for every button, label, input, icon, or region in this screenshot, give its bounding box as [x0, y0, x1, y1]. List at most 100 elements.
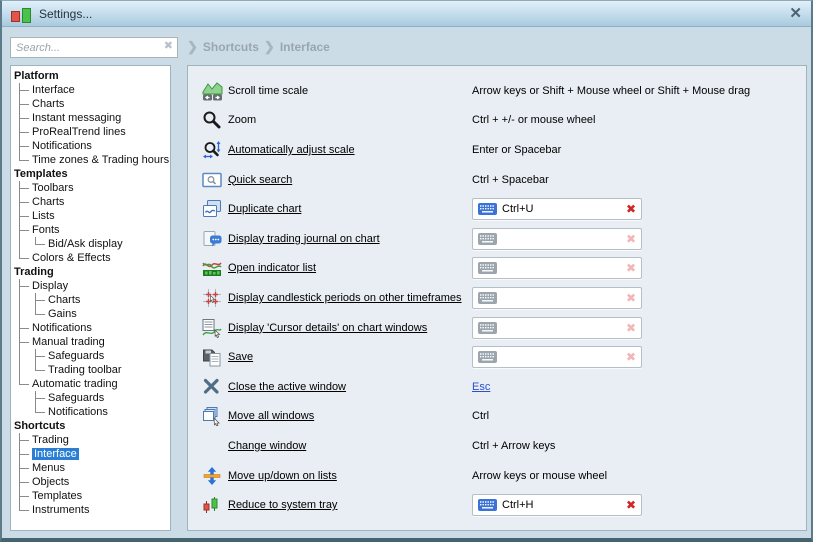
shortcut-label: Zoom: [228, 114, 472, 126]
row-quick-search: Quick search Ctrl + Spacebar: [202, 165, 792, 195]
sidebar-item-display[interactable]: Display: [13, 279, 170, 293]
breadcrumb-shortcuts[interactable]: Shortcuts: [203, 40, 259, 54]
sidebar-item-trading[interactable]: Trading: [13, 265, 170, 279]
close-icon[interactable]: ✕: [789, 6, 802, 21]
shortcut-value: Ctrl + +/- or mouse wheel: [472, 114, 596, 126]
breadcrumb-interface[interactable]: Interface: [280, 40, 330, 54]
row-scroll-time-scale: Scroll time scale Arrow keys or Shift + …: [202, 76, 792, 106]
clear-shortcut-icon[interactable]: ✖: [626, 322, 636, 334]
chevron-icon: ❯: [264, 39, 275, 55]
sidebar-item-objects[interactable]: Objects: [13, 475, 170, 489]
row-change-window: Change window Ctrl + Arrow keys: [202, 431, 792, 461]
shortcut-label: Scroll time scale: [228, 85, 472, 97]
shortcut-value: Ctrl: [472, 410, 489, 422]
window-title: Settings...: [39, 7, 92, 21]
sidebar-item-instant-messaging[interactable]: Instant messaging: [13, 111, 170, 125]
breadcrumb: ❯ Shortcuts ❯ Interface: [187, 39, 330, 55]
sidebar-item-shortcuts-interface[interactable]: Interface: [13, 447, 170, 461]
shortcut-input[interactable]: ✖: [472, 228, 642, 250]
sidebar-item-time-zones[interactable]: Time zones & Trading hours: [13, 153, 170, 167]
sidebar-item-colors-effects[interactable]: Colors & Effects: [13, 251, 170, 265]
shortcut-label[interactable]: Display 'Cursor details' on chart window…: [228, 322, 472, 334]
row-move-up-down-lists: Move up/down on lists Arrow keys or mous…: [202, 461, 792, 491]
clear-shortcut-icon[interactable]: ✖: [626, 233, 636, 245]
sidebar-item-trading-toolbar[interactable]: Trading toolbar: [13, 363, 170, 377]
close-window-icon: [202, 377, 228, 397]
search-clear-icon[interactable]: ✖: [164, 41, 173, 52]
row-candlestick-periods: Display candlestick periods on other tim…: [202, 283, 792, 313]
sidebar-item-shortcuts-trading[interactable]: Trading: [13, 433, 170, 447]
chevron-icon: ❯: [187, 39, 198, 55]
sidebar-item-automatic-notifications[interactable]: Notifications: [13, 405, 170, 419]
sidebar-item-prorealtrend-lines[interactable]: ProRealTrend lines: [13, 125, 170, 139]
sidebar-item-bid-ask-display[interactable]: Bid/Ask display: [13, 237, 170, 251]
clear-shortcut-icon[interactable]: ✖: [626, 499, 636, 511]
row-cursor-details: Display 'Cursor details' on chart window…: [202, 313, 792, 343]
sidebar-item-gains[interactable]: Gains: [13, 307, 170, 321]
shortcut-label[interactable]: Quick search: [228, 174, 472, 186]
shortcut-label[interactable]: Close the active window: [228, 381, 472, 393]
auto-adjust-scale-icon: [202, 140, 228, 160]
shortcut-value: Enter or Spacebar: [472, 144, 561, 156]
shortcut-label[interactable]: Save: [228, 351, 472, 363]
scroll-time-scale-icon: [202, 81, 228, 101]
shortcut-label[interactable]: Open indicator list: [228, 262, 472, 274]
keyboard-icon: [478, 499, 497, 511]
sidebar-item-manual-safeguards[interactable]: Safeguards: [13, 349, 170, 363]
shortcut-key-text: Ctrl+U: [502, 203, 621, 215]
shortcut-input[interactable]: ✖: [472, 317, 642, 339]
sidebar-item-manual-trading[interactable]: Manual trading: [13, 335, 170, 349]
shortcut-label[interactable]: Duplicate chart: [228, 203, 472, 215]
sidebar-item-automatic-safeguards[interactable]: Safeguards: [13, 391, 170, 405]
row-close-active-window: Close the active window Esc: [202, 372, 792, 402]
cursor-details-icon: [202, 318, 228, 338]
titlebar[interactable]: Settings... ✕: [2, 1, 811, 27]
clear-shortcut-icon[interactable]: ✖: [626, 292, 636, 304]
sidebar-item-automatic-trading[interactable]: Automatic trading: [13, 377, 170, 391]
row-save: Save ✖: [202, 342, 792, 372]
keyboard-icon: [478, 233, 497, 245]
move-up-down-icon: [202, 466, 228, 486]
sidebar-item-platform[interactable]: Platform: [13, 69, 170, 83]
row-open-indicator-list: Open indicator list ✖: [202, 254, 792, 284]
clear-shortcut-icon[interactable]: ✖: [626, 351, 636, 363]
shortcut-input[interactable]: Ctrl+U ✖: [472, 198, 642, 220]
shortcut-label[interactable]: Move all windows: [228, 410, 472, 422]
shortcut-input[interactable]: Ctrl+H ✖: [472, 494, 642, 516]
sidebar-item-display-charts[interactable]: Charts: [13, 293, 170, 307]
sidebar-item-instruments[interactable]: Instruments: [13, 503, 170, 517]
sidebar-item-shortcuts-templates[interactable]: Templates: [13, 489, 170, 503]
sidebar-item-platform-notifications[interactable]: Notifications: [13, 139, 170, 153]
sidebar-item-trading-notifications[interactable]: Notifications: [13, 321, 170, 335]
shortcut-label[interactable]: Change window: [228, 440, 472, 452]
shortcut-input[interactable]: ✖: [472, 346, 642, 368]
sidebar-item-platform-interface[interactable]: Interface: [13, 83, 170, 97]
system-tray-icon: [202, 495, 228, 515]
sidebar-item-templates[interactable]: Templates: [13, 167, 170, 181]
shortcut-label[interactable]: Display trading journal on chart: [228, 233, 472, 245]
sidebar-item-menus[interactable]: Menus: [13, 461, 170, 475]
shortcut-label[interactable]: Reduce to system tray: [228, 499, 472, 511]
shortcut-value: Arrow keys or Shift + Mouse wheel or Shi…: [472, 85, 750, 97]
clear-shortcut-icon[interactable]: ✖: [626, 262, 636, 274]
keyboard-icon: [478, 351, 497, 363]
save-icon: [202, 347, 228, 367]
shortcut-input[interactable]: ✖: [472, 287, 642, 309]
shortcuts-panel: Scroll time scale Arrow keys or Shift + …: [187, 65, 807, 531]
search-input[interactable]: [10, 37, 178, 58]
shortcut-label[interactable]: Automatically adjust scale: [228, 144, 472, 156]
shortcut-value: Arrow keys or mouse wheel: [472, 470, 607, 482]
shortcut-label[interactable]: Display candlestick periods on other tim…: [228, 292, 472, 304]
sidebar-item-shortcuts[interactable]: Shortcuts: [13, 419, 170, 433]
sidebar-item-templates-charts[interactable]: Charts: [13, 195, 170, 209]
clear-shortcut-icon[interactable]: ✖: [626, 203, 636, 215]
move-all-windows-icon: [202, 406, 228, 426]
shortcut-input[interactable]: ✖: [472, 257, 642, 279]
shortcut-label[interactable]: Move up/down on lists: [228, 470, 472, 482]
sidebar-item-lists[interactable]: Lists: [13, 209, 170, 223]
row-reduce-to-system-tray: Reduce to system tray Ctrl+H ✖: [202, 490, 792, 520]
sidebar-item-platform-charts[interactable]: Charts: [13, 97, 170, 111]
sidebar-item-fonts[interactable]: Fonts: [13, 223, 170, 237]
shortcut-value-link[interactable]: Esc: [472, 381, 490, 393]
sidebar-item-toolbars[interactable]: Toolbars: [13, 181, 170, 195]
